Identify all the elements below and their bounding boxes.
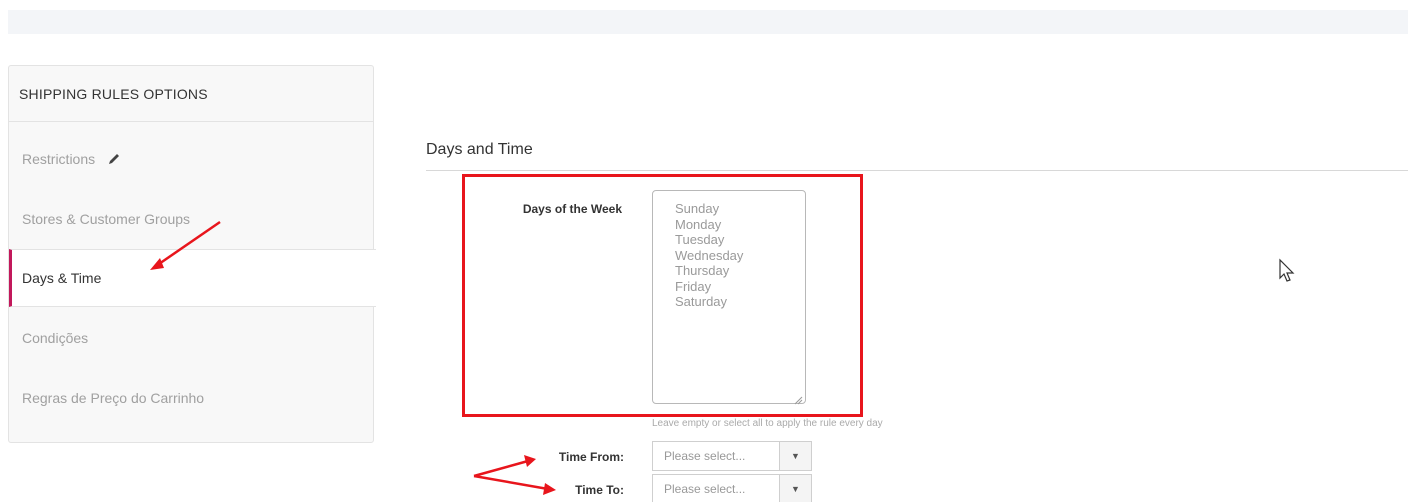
shipping-rules-sidebar: SHIPPING RULES OPTIONS Restrictions Stor… (8, 65, 376, 443)
sidebar-item-label: Days & Time (22, 270, 102, 286)
time-from-label: Time From: (558, 450, 624, 464)
sidebar-item-days-time[interactable]: Days & Time (9, 249, 376, 307)
sidebar-item-label: Regras de Preço do Carrinho (22, 390, 205, 406)
time-from-placeholder: Please select... (664, 449, 746, 463)
time-from-select[interactable]: Please select... ▼ (652, 441, 812, 471)
mouse-cursor-icon (1278, 258, 1298, 286)
chevron-down-icon[interactable]: ▼ (779, 442, 811, 470)
time-to-label: Time To: (575, 483, 624, 497)
time-to-select[interactable]: Please select... ▼ (652, 474, 812, 502)
sidebar-item-label: Stores & Customer Groups (22, 211, 191, 227)
sidebar-item-condicoes[interactable]: Condições (9, 309, 375, 367)
annotation-highlight-box (462, 174, 863, 417)
sidebar-item-restrictions[interactable]: Restrictions (9, 130, 375, 188)
pencil-icon (107, 152, 121, 166)
time-to-placeholder: Please select... (664, 482, 746, 496)
top-bar (8, 10, 1408, 34)
sidebar-header: SHIPPING RULES OPTIONS (9, 66, 373, 122)
chevron-down-icon[interactable]: ▼ (779, 475, 811, 502)
section-divider (426, 170, 1408, 171)
sidebar-item-stores-customer-groups[interactable]: Stores & Customer Groups (9, 190, 375, 248)
sidebar-item-regras-preco-carrinho[interactable]: Regras de Preço do Carrinho (9, 369, 375, 427)
days-hint-text: Leave empty or select all to apply the r… (652, 418, 883, 429)
section-title: Days and Time (426, 141, 533, 158)
sidebar-item-label: Restrictions (22, 151, 96, 167)
sidebar-item-label: Condições (22, 330, 89, 346)
